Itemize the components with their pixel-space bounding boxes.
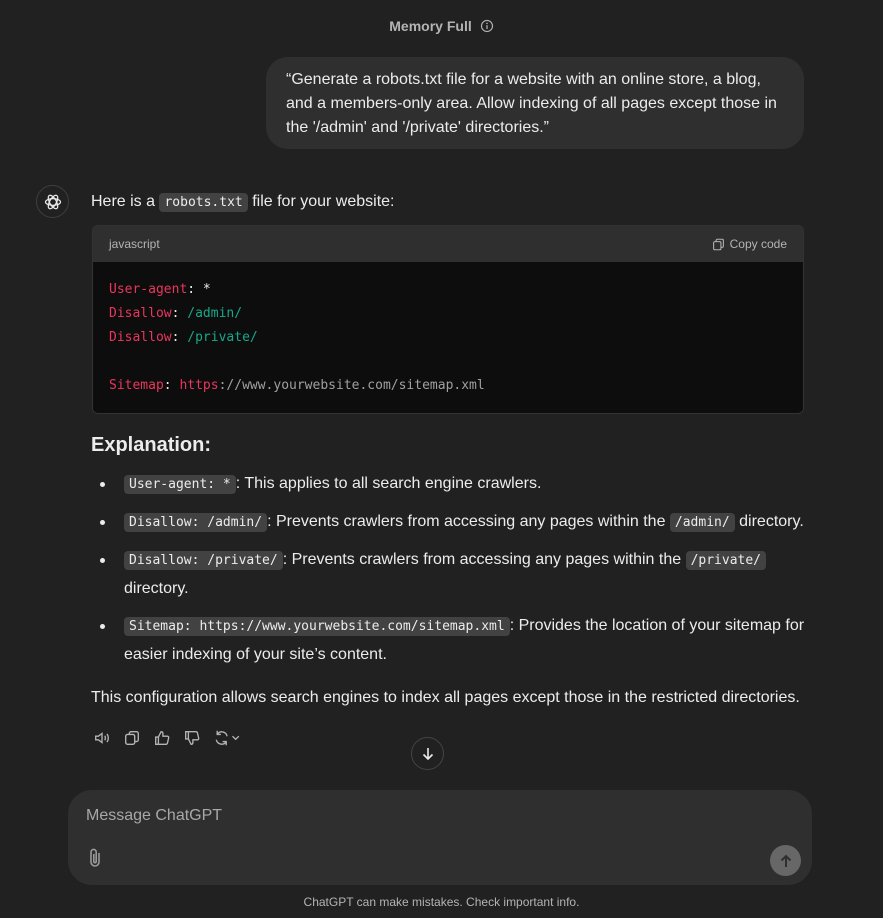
conversation-header: Memory Full xyxy=(0,18,883,34)
code-line: Sitemap: https://www.yourwebsite.com/sit… xyxy=(109,374,787,398)
code-token: : xyxy=(171,306,188,321)
intro-text: Here is a xyxy=(91,193,160,210)
code-token: Disallow xyxy=(109,330,172,345)
code-line: User-agent: * xyxy=(109,278,787,302)
list-item: Disallow: /private/: Prevents crawlers f… xyxy=(91,546,806,603)
list-item-text: directory. xyxy=(124,580,189,597)
send-button[interactable] xyxy=(770,845,801,876)
copy-icon xyxy=(712,238,724,250)
assistant-intro: Here is a robots.txt file for your websi… xyxy=(91,190,394,215)
code-token: User-agent xyxy=(109,282,188,297)
summary-text: This configuration allows search engines… xyxy=(91,689,800,706)
code-token: Sitemap xyxy=(109,378,164,393)
inline-code: Sitemap: https://www.yourwebsite.com/sit… xyxy=(124,617,510,636)
code-block-header: javascript Copy code xyxy=(93,226,803,262)
disclaimer-footer: ChatGPT can make mistakes. Check importa… xyxy=(303,895,580,909)
code-content: User-agent: * Disallow: /admin/Disallow: … xyxy=(93,262,803,413)
copy-code-label: Copy code xyxy=(729,237,787,251)
code-token: https xyxy=(179,378,219,393)
list-item: Sitemap: https://www.yourwebsite.com/sit… xyxy=(91,612,806,669)
regenerate-icon[interactable] xyxy=(213,729,243,747)
thumbs-up-icon[interactable] xyxy=(153,729,171,747)
copy-icon[interactable] xyxy=(123,729,141,747)
code-token: : * xyxy=(187,282,211,297)
list-item-text: : This applies to all search engine craw… xyxy=(235,475,542,492)
list-item: User-agent: *: This applies to all searc… xyxy=(91,470,806,499)
thumbs-down-icon[interactable] xyxy=(183,729,201,747)
code-token: /private/ xyxy=(187,330,258,345)
message-input[interactable] xyxy=(86,804,766,828)
list-item-text: directory. xyxy=(734,513,804,530)
arrow-up-icon xyxy=(780,854,791,867)
paperclip-icon[interactable] xyxy=(85,847,105,869)
code-token: Disallow xyxy=(109,306,172,321)
code-line: Disallow: /admin/ xyxy=(109,302,787,326)
inline-code: robots.txt xyxy=(159,193,248,212)
read-aloud-icon[interactable] xyxy=(93,729,111,747)
arrow-down-icon xyxy=(422,747,433,760)
inline-code: Disallow: /admin/ xyxy=(124,513,268,532)
inline-code: Disallow: /private/ xyxy=(124,551,283,570)
list-item-text: : Prevents crawlers from accessing any p… xyxy=(267,513,670,530)
code-line: Disallow: /private/ xyxy=(109,326,787,350)
code-language-label: javascript xyxy=(109,237,160,251)
code-token: ://www.yourwebsite.com/sitemap.xml xyxy=(218,378,485,393)
list-item: Disallow: /admin/: Prevents crawlers fro… xyxy=(91,508,806,537)
memory-status-label: Memory Full xyxy=(389,18,472,34)
explanation-heading: Explanation: xyxy=(91,434,212,456)
copy-code-button[interactable]: Copy code xyxy=(712,237,787,251)
code-token: : xyxy=(171,330,188,345)
inline-code: User-agent: * xyxy=(124,475,236,494)
intro-text-end: file for your website: xyxy=(247,193,395,210)
inline-code: /private/ xyxy=(685,551,767,570)
info-icon[interactable] xyxy=(480,19,494,33)
inline-code: /admin/ xyxy=(669,513,735,532)
code-token: /admin/ xyxy=(187,306,243,321)
scroll-down-button[interactable] xyxy=(411,737,444,770)
list-item-text: : Prevents crawlers from accessing any p… xyxy=(282,551,686,568)
message-composer xyxy=(68,790,812,885)
explanation-list: User-agent: *: This applies to all searc… xyxy=(91,470,806,678)
code-block: javascript Copy code User-agent: * Disall… xyxy=(92,225,804,414)
message-actions xyxy=(93,729,243,747)
openai-logo-icon xyxy=(36,185,69,218)
code-token: : xyxy=(163,378,180,393)
user-message-bubble: “Generate a robots.txt file for a websit… xyxy=(266,57,804,149)
